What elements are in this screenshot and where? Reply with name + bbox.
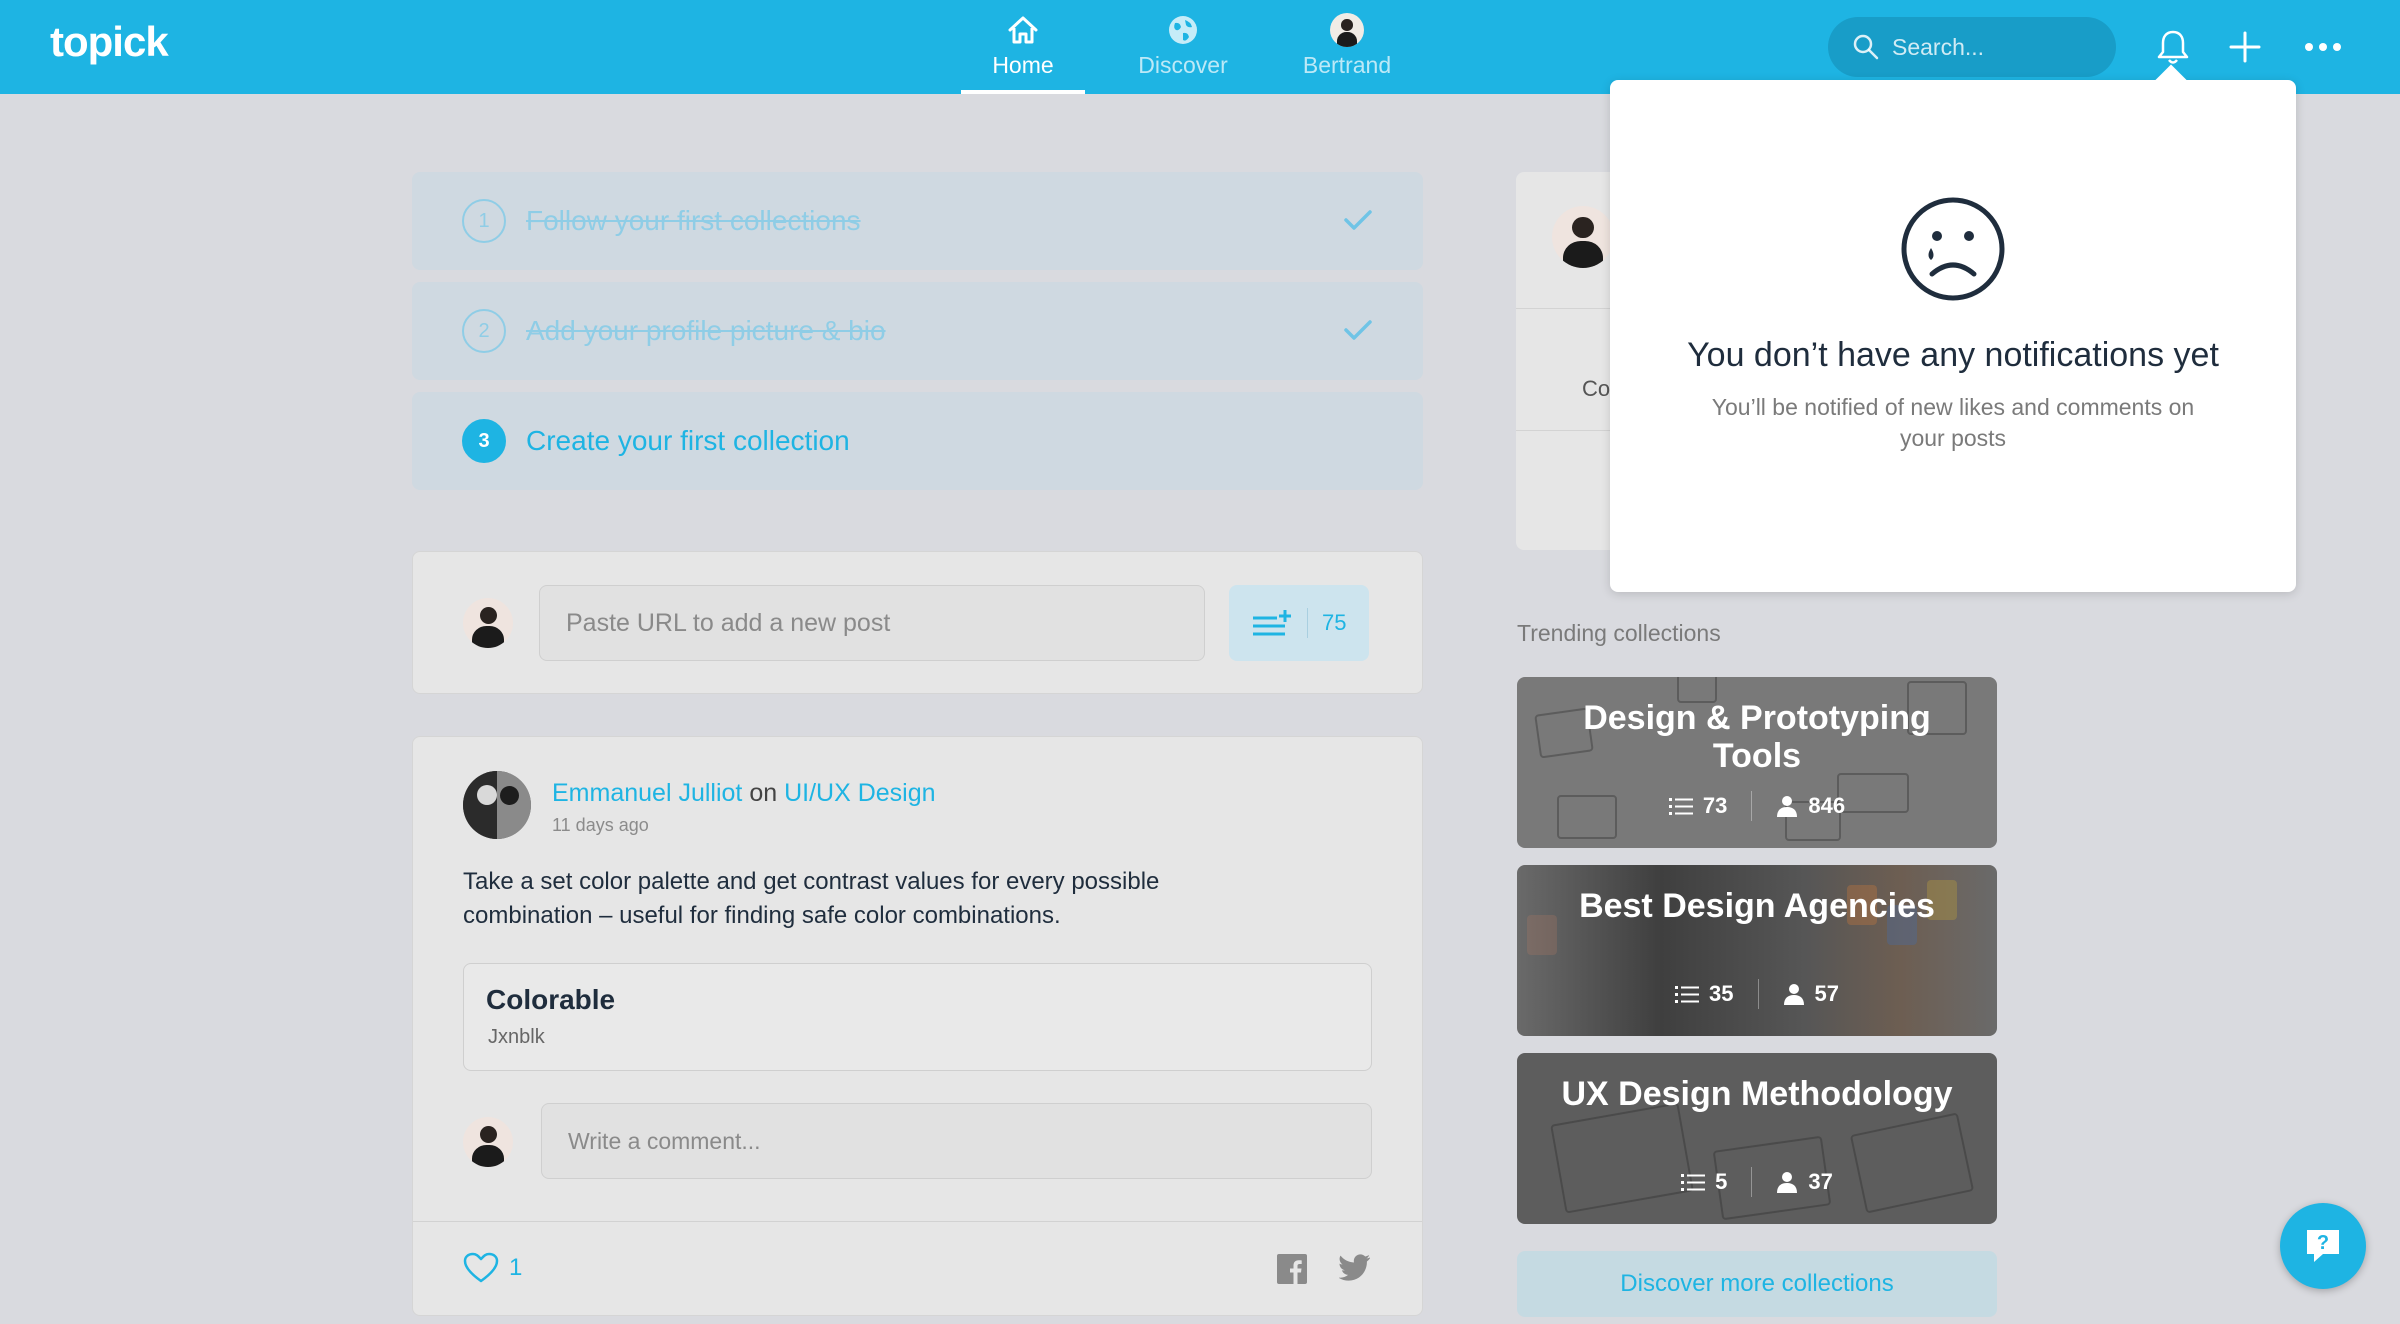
trending-collection[interactable]: Design & Prototyping Tools 73 846 [1517, 677, 1997, 848]
profile-stat-label: Co [1582, 376, 1611, 401]
link-title: Colorable [486, 984, 616, 1015]
collection-follower-count: 846 [1808, 793, 1846, 818]
like-count: 1 [509, 1254, 523, 1281]
collection-follower-count: 57 [1814, 981, 1839, 1006]
collection-title: Design & Prototyping Tools [1583, 699, 1931, 775]
user-icon [1783, 984, 1804, 1005]
collection-stats: 35 57 [1517, 979, 1997, 1009]
collection-title: UX Design Methodology [1561, 1075, 1953, 1113]
post-card: Emmanuel Julliot on UI/UX Design 11 days… [412, 736, 1423, 1316]
list-icon [1668, 798, 1693, 815]
svg-text:?: ? [2317, 1232, 2329, 1254]
post-timestamp: 11 days ago [552, 815, 649, 835]
collection-post-count: 35 [1709, 981, 1734, 1006]
notifications-empty-title: You don’t have any notifications yet [1687, 336, 2219, 374]
nav-discover[interactable]: Discover [1108, 0, 1258, 94]
add-post-button[interactable]: 75 [1229, 585, 1369, 661]
avatar[interactable] [1552, 206, 1614, 268]
facebook-icon [1277, 1254, 1307, 1284]
post-count: 75 [1322, 610, 1347, 635]
collection-link[interactable]: UI/UX Design [784, 779, 935, 807]
comment-input[interactable] [541, 1103, 1372, 1179]
post-composer: 75 [412, 551, 1423, 694]
notifications-button[interactable] [2150, 24, 2196, 70]
notifications-empty-subtitle: You’ll be notified of new likes and comm… [1711, 394, 2195, 451]
author-avatar[interactable] [463, 771, 531, 839]
step-label: Follow your first collections [526, 205, 861, 236]
author-link[interactable]: Emmanuel Julliot [552, 779, 742, 807]
avatar [1330, 13, 1364, 47]
more-icon [2305, 43, 2341, 51]
step-number: 3 [462, 419, 506, 463]
add-list-icon [1253, 610, 1291, 636]
onboarding-step-2[interactable]: 2 Add your profile picture & bio [412, 282, 1423, 380]
link-source: Jxnblk [488, 1026, 545, 1048]
avatar [463, 598, 513, 648]
trending-title: Trending collections [1517, 620, 1721, 646]
heart-icon [463, 1252, 499, 1283]
search-input[interactable] [1892, 33, 2092, 61]
share-twitter[interactable] [1338, 1254, 1371, 1286]
list-icon [1681, 1174, 1706, 1191]
more-button[interactable] [2300, 24, 2346, 70]
sad-face-icon [1901, 197, 2005, 301]
nav-profile-label: Bertrand [1302, 52, 1392, 78]
nav-home[interactable]: Home [961, 0, 1085, 94]
collection-follower-count: 37 [1808, 1169, 1833, 1194]
plus-icon [2229, 31, 2261, 63]
home-icon [1005, 12, 1041, 48]
url-input[interactable] [539, 585, 1205, 661]
step-label: Create your first collection [526, 425, 850, 456]
like-button[interactable]: 1 [463, 1252, 522, 1284]
check-icon [1344, 210, 1372, 230]
post-connector: on [749, 779, 778, 807]
trending-collection[interactable]: Best Design Agencies 35 57 [1517, 865, 1997, 1036]
link-preview[interactable]: Colorable Jxnblk [463, 963, 1372, 1071]
twitter-icon [1338, 1254, 1370, 1281]
collection-title: Best Design Agencies [1579, 887, 1935, 925]
step-label: Add your profile picture & bio [526, 315, 886, 346]
list-icon [1675, 986, 1700, 1003]
nav-profile[interactable]: Bertrand [1272, 0, 1422, 94]
search-box[interactable] [1828, 17, 2116, 77]
profile-summary-card: Co [1516, 172, 1616, 550]
user-icon [1777, 1172, 1798, 1193]
collection-stats: 5 37 [1517, 1167, 1997, 1197]
onboarding-step-3[interactable]: 3 Create your first collection [412, 392, 1423, 490]
avatar [463, 1117, 513, 1167]
share-facebook[interactable] [1277, 1254, 1307, 1289]
trending-collection[interactable]: UX Design Methodology 5 37 [1517, 1053, 1997, 1224]
onboarding-step-1[interactable]: 1 Follow your first collections [412, 172, 1423, 270]
add-button[interactable] [2222, 24, 2268, 70]
post-header: Emmanuel Julliot on UI/UX Design [552, 779, 936, 808]
discover-more-button[interactable]: Discover more collections [1517, 1251, 1997, 1317]
step-number: 1 [462, 199, 506, 243]
nav-discover-label: Discover [1138, 52, 1228, 78]
help-button[interactable]: ? [2280, 1203, 2366, 1289]
step-number: 2 [462, 309, 506, 353]
collection-post-count: 5 [1715, 1169, 1728, 1194]
post-text: Take a set color palette and get contras… [463, 868, 1160, 929]
help-chat-icon: ? [2307, 1230, 2339, 1262]
user-icon [1777, 796, 1798, 817]
collection-post-count: 73 [1702, 793, 1728, 818]
check-icon [1344, 320, 1372, 340]
globe-icon [1165, 12, 1201, 48]
bell-icon [2157, 30, 2189, 64]
post-footer: 1 [413, 1221, 1422, 1317]
logo[interactable]: topick [50, 18, 169, 66]
nav-home-label: Home [992, 52, 1054, 78]
search-icon [1853, 34, 1879, 60]
collection-stats: 73 846 [1517, 791, 1997, 821]
notifications-popup: You don’t have any notifications yet You… [1610, 80, 2296, 592]
